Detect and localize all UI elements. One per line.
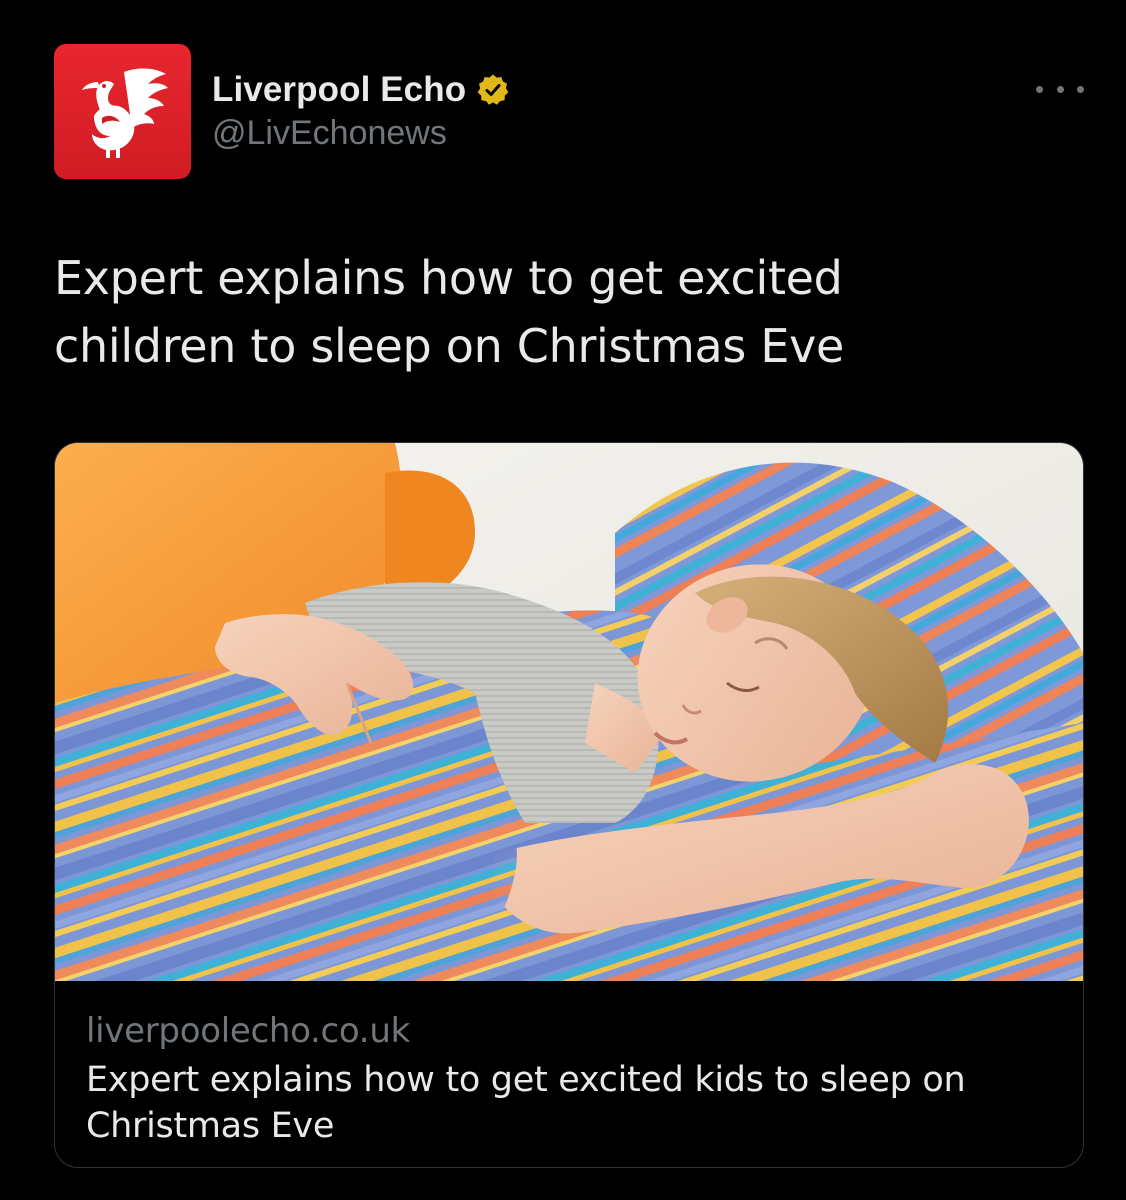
card-image[interactable] — [55, 443, 1083, 981]
more-horizontal-icon — [1036, 85, 1043, 93]
author-name-row[interactable]: Liverpool Echo — [212, 68, 510, 112]
child-sleeping-photo — [55, 443, 1083, 981]
verified-badge-icon — [476, 73, 510, 107]
link-card[interactable]: liverpoolecho.co.uk Expert explains how … — [54, 442, 1084, 1168]
author-name[interactable]: Liverpool Echo — [212, 70, 466, 110]
card-domain: liverpoolecho.co.uk — [86, 1011, 410, 1051]
author-handle[interactable]: @LivEchonews — [212, 114, 447, 153]
card-meta: liverpoolecho.co.uk Expert explains how … — [86, 1009, 1056, 1149]
more-horizontal-icon — [1077, 85, 1084, 93]
avatar[interactable] — [54, 44, 191, 179]
tweet: Liverpool Echo @LivEchonews Expert expla… — [0, 0, 1126, 1200]
tweet-text: Expert explains how to get excited child… — [54, 251, 845, 373]
more-options-button[interactable] — [1036, 74, 1084, 104]
more-horizontal-icon — [1056, 85, 1064, 93]
liver-bird-logo-icon — [82, 68, 168, 158]
card-title[interactable]: Expert explains how to get excited kids … — [86, 1057, 1056, 1149]
